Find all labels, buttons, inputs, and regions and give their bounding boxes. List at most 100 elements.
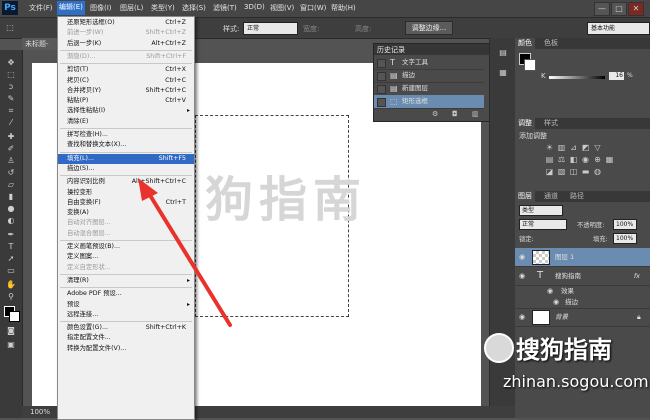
lookup-icon[interactable]: ▦ [605,156,614,164]
quick-mask-icon[interactable]: ◙ [5,326,17,336]
edit-menu-item[interactable]: 内容识别比例 Alt+Shift+Ctrl+C [58,177,194,187]
pen-tool-icon[interactable]: ✒ [5,230,17,240]
edit-menu-item[interactable]: 选择性粘贴(I) ▸ [58,106,194,116]
tab-color[interactable]: 颜色 [515,38,535,49]
opacity-field[interactable]: 100% [613,219,637,230]
brush-tool-icon[interactable]: ✐ [5,144,17,154]
edit-menu-item[interactable]: 定义画笔预设(B)... [58,242,194,252]
edit-menu-item[interactable]: 定义自定形状... [58,263,194,273]
tab-channels[interactable]: 通道 [541,191,561,202]
edit-menu-item[interactable]: 剪切(T) Ctrl+X [58,65,194,75]
edit-menu-item[interactable]: 描边(S)... [58,164,194,174]
brightness-icon[interactable]: ☀ [545,144,554,152]
gradient-tool-icon[interactable]: ▮ [5,192,17,202]
curves-icon[interactable]: ⊿ [569,144,578,152]
background-color-swatch[interactable] [9,311,20,322]
levels-icon[interactable]: ▥ [557,144,566,152]
layer-row-background[interactable]: ◉ 背景 🔒︎ [515,308,650,327]
zoom-tool-icon[interactable]: ⚲ [5,292,17,302]
invert-icon[interactable]: ◪ [545,168,554,176]
edit-menu-item[interactable]: 粘贴(P) Ctrl+V [58,96,194,106]
edit-menu-item[interactable]: 远程连接... [58,310,194,320]
tab-paths[interactable]: 路径 [567,191,587,202]
tab-styles[interactable]: 样式 [541,118,561,129]
posterize-icon[interactable]: ▧ [557,168,566,176]
history-checkbox[interactable] [377,59,386,68]
k-slider[interactable] [549,76,605,79]
menu-layer[interactable]: 图层(L) [120,3,143,13]
fx-icon[interactable]: fx [634,267,640,285]
bw-icon[interactable]: ◧ [569,156,578,164]
eye-icon[interactable]: ◉ [519,308,525,326]
new-snapshot-icon[interactable]: ⚙ [432,110,438,118]
menu-view[interactable]: 视图(V) [270,3,294,13]
balance-icon[interactable]: ⚖ [557,156,566,164]
history-panel-icon[interactable]: ▤ [497,48,509,58]
edit-menu-item[interactable]: 指定配置文件... [58,333,194,343]
edit-menu-item[interactable]: 定义图案... [58,252,194,262]
blur-tool-icon[interactable]: ● [5,204,17,214]
edit-menu-item[interactable]: 后退一步(K) Alt+Ctrl+Z [58,39,194,49]
color-background-swatch[interactable] [524,59,536,71]
photo-filter-icon[interactable]: ◉ [581,156,590,164]
type-tool-icon[interactable]: T [5,242,17,252]
healing-brush-icon[interactable]: ✚ [5,132,17,142]
edit-menu-item[interactable]: 填充(L)... Shift+F5 [58,153,194,164]
lasso-tool-icon[interactable]: ↄ [5,82,17,92]
style-select[interactable]: 正常 [243,22,298,35]
edit-menu-item[interactable]: Adobe PDF 预设... [58,289,194,299]
selective-color-icon[interactable]: ◍ [593,168,602,176]
exposure-icon[interactable]: ◩ [581,144,590,152]
edit-menu-item[interactable]: 转换为配置文件(V)... [58,344,194,354]
menu-image[interactable]: 图像(I) [90,3,112,13]
tab-adjustments[interactable]: 调整 [515,118,535,129]
properties-panel-icon[interactable]: ▦ [497,68,509,78]
history-checkbox[interactable] [377,98,386,107]
eye-icon[interactable]: ◉ [519,267,525,285]
tab-layers[interactable]: 图层 [515,191,535,202]
edit-menu-item[interactable]: 自动混合图层... [58,229,194,239]
history-row-selected[interactable]: ⬚ 矩形选框 [374,95,484,109]
menu-window[interactable]: 窗口(W) [300,3,326,13]
edit-menu-item[interactable]: 拷贝(C) Ctrl+C [58,76,194,86]
tab-swatches[interactable]: 色板 [541,38,561,49]
edit-menu-item[interactable]: 自由变换(F) Ctrl+T [58,198,194,208]
edit-menu-item[interactable]: 清除(E) [58,117,194,127]
marquee-tool-icon[interactable]: ⬚ [4,23,16,33]
layer-row-layer1[interactable]: ◉ 图层 1 [515,248,650,267]
camera-icon[interactable]: ◘ [452,110,458,118]
zoom-level[interactable]: 100% [30,408,50,416]
edit-menu-item[interactable]: 颜色设置(G)... Shift+Ctrl+K [58,323,194,333]
shape-tool-icon[interactable]: ▭ [5,266,17,276]
edit-menu-item[interactable]: 自动对齐图层... [58,218,194,228]
history-row[interactable]: ▤ 新建图层 [374,82,484,96]
menu-type[interactable]: 类型(Y) [151,3,175,13]
edit-menu-item[interactable]: 还原矩形选框(O) Ctrl+Z [58,18,194,28]
mixer-icon[interactable]: ⊕ [593,156,602,164]
history-brush-icon[interactable]: ↺ [5,168,17,178]
history-row[interactable]: T 文字工具 [374,56,484,70]
eye-icon[interactable]: ◉ [547,286,553,297]
maximize-button[interactable]: □ [611,2,627,16]
edit-menu-item[interactable]: 合并拷贝(Y) Shift+Ctrl+C [58,86,194,96]
menu-help[interactable]: 帮助(H) [331,3,356,13]
edit-menu-item[interactable]: 变换(A) [58,208,194,218]
layer-row-text[interactable]: ◉ T 搜狗指南 fx [515,267,650,286]
marquee-tool-icon[interactable]: ⬚ [5,70,17,80]
hue-icon[interactable]: ▤ [545,156,554,164]
vibrance-icon[interactable]: ▽ [593,144,602,152]
edit-menu-item[interactable]: 渐隐(D)... Shift+Ctrl+F [58,52,194,62]
edit-menu-item[interactable]: 拼写检查(H)... [58,130,194,140]
fill-field[interactable]: 100% [613,233,637,244]
layer-filter-select[interactable]: 类型 [519,205,563,216]
eye-icon[interactable]: ◉ [519,248,525,266]
edit-menu-item[interactable]: 查找和替换文本(X)... [58,140,194,150]
trash-icon[interactable]: ▥ [472,110,479,118]
edit-menu-item[interactable]: 清理(R) ▸ [58,276,194,286]
menu-file[interactable]: 文件(F) [29,3,53,13]
move-tool-icon[interactable]: ✥ [5,58,17,68]
crop-tool-icon[interactable]: ⌗ [5,106,17,116]
workspace-select[interactable]: 基本功能 [587,22,650,35]
minimize-button[interactable]: — [594,2,610,16]
history-row[interactable]: ▤ 描边 [374,69,484,83]
